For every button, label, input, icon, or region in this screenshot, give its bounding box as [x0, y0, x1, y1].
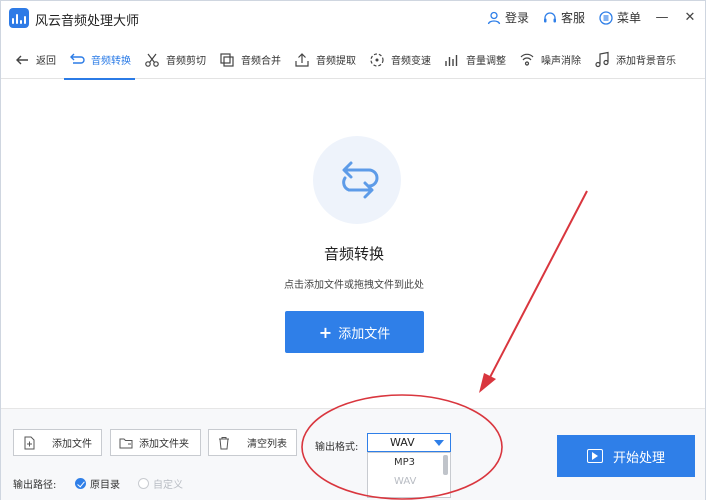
convert-icon: [70, 53, 85, 64]
folder-add-icon: [119, 438, 133, 448]
headset-icon: [543, 11, 556, 22]
tab-label: 音量调整: [466, 56, 506, 67]
convert-hero-icon: [313, 136, 401, 224]
tab-label: 音频变速: [391, 56, 431, 67]
merge-icon: [220, 52, 234, 67]
radio-custom-label: 自定义: [153, 480, 183, 491]
minimize-button[interactable]: —: [655, 10, 669, 25]
noise-icon: [520, 53, 534, 66]
tab-label: 音频合并: [241, 56, 281, 67]
add-folder-button[interactable]: 添加文件夹: [110, 429, 201, 456]
radio-original-label: 原目录: [90, 480, 120, 491]
tab-noise-removal[interactable]: 噪声消除: [512, 41, 587, 79]
menu-icon: [599, 10, 613, 25]
format-label: 输出格式:: [315, 442, 359, 453]
user-icon: [487, 11, 501, 24]
tab-label: 音频提取: [316, 56, 356, 67]
back-button[interactable]: 返回: [7, 41, 62, 79]
speed-icon: [370, 52, 384, 67]
service-label: 客服: [560, 11, 585, 25]
plus-icon: +: [318, 322, 333, 342]
login-label: 登录: [504, 11, 529, 25]
title-bar: 风云音频处理大师 登录 客服 菜单 — ✕: [1, 1, 705, 35]
arrow-left-icon: [16, 55, 28, 64]
radio-original-dir[interactable]: 原目录: [75, 476, 120, 491]
back-label: 返回: [36, 56, 56, 67]
radio-checked-icon: [75, 478, 86, 489]
add-folder-label: 添加文件夹: [139, 439, 189, 450]
bottom-panel: 添加文件 添加文件夹 清空列表 输出格式: WAV MP3 WAV 开始处理 输…: [1, 408, 705, 500]
tab-audio-cut[interactable]: 音频剪切: [137, 41, 212, 79]
clear-list-label: 清空列表: [247, 439, 287, 450]
start-processing-button[interactable]: 开始处理: [557, 435, 695, 477]
format-select[interactable]: WAV: [367, 433, 451, 452]
format-option-mp3[interactable]: MP3: [368, 453, 450, 472]
extract-icon: [295, 52, 309, 67]
scissors-icon: [145, 53, 159, 67]
service-button[interactable]: 客服: [543, 9, 585, 26]
app-window: 风云音频处理大师 登录 客服 菜单 — ✕ 返回 音频转换 音频剪切 音频合并 …: [0, 0, 706, 500]
output-path-label: 输出路径:: [13, 480, 57, 491]
tab-add-bg-music[interactable]: 添加背景音乐: [587, 41, 682, 79]
tab-label: 音频转换: [91, 56, 131, 67]
login-button[interactable]: 登录: [487, 9, 529, 26]
add-file-button[interactable]: 添加文件: [13, 429, 102, 456]
menu-button[interactable]: 菜单: [599, 9, 641, 26]
tab-audio-merge[interactable]: 音频合并: [212, 41, 287, 79]
file-add-icon: [24, 436, 35, 449]
tab-audio-convert[interactable]: 音频转换: [62, 41, 137, 80]
function-toolbar: 返回 音频转换 音频剪切 音频合并 音频提取 音频变速 音量调整 噪声消除 添加…: [1, 41, 705, 80]
clear-list-button[interactable]: 清空列表: [208, 429, 297, 456]
radio-custom-dir[interactable]: 自定义: [138, 476, 183, 491]
play-icon: [586, 449, 603, 463]
add-file-label: 添加文件: [52, 439, 92, 450]
caret-down-icon: [434, 440, 444, 446]
add-file-main-label: 添加文件: [338, 326, 391, 342]
music-note-icon: [595, 51, 609, 67]
main-title: 音频转换: [323, 245, 384, 263]
tab-label: 音频剪切: [166, 56, 206, 67]
drop-hint: 点击添加文件或拖拽文件到此处: [284, 280, 424, 291]
tab-label: 噪声消除: [541, 56, 581, 67]
close-button[interactable]: ✕: [683, 10, 697, 25]
menu-label: 菜单: [616, 11, 641, 25]
add-file-main-button[interactable]: + 添加文件: [285, 311, 424, 353]
format-selected-value: WAV: [390, 436, 415, 449]
annotation-arrow-head: [479, 373, 496, 393]
volume-bars-icon: [445, 54, 458, 66]
dropdown-scrollbar[interactable]: [443, 455, 448, 475]
tab-audio-extract[interactable]: 音频提取: [287, 41, 362, 79]
app-title: 风云音频处理大师: [35, 14, 140, 29]
tab-volume-adjust[interactable]: 音量调整: [437, 41, 512, 79]
tab-label: 添加背景音乐: [616, 56, 676, 67]
format-dropdown-list: MP3 WAV: [367, 452, 451, 498]
trash-icon: [219, 436, 229, 449]
tab-audio-speed[interactable]: 音频变速: [362, 41, 437, 79]
app-logo-icon: [9, 8, 29, 28]
start-processing-label: 开始处理: [612, 450, 665, 466]
format-option-wav[interactable]: WAV: [368, 472, 450, 491]
radio-unchecked-icon: [138, 478, 149, 489]
